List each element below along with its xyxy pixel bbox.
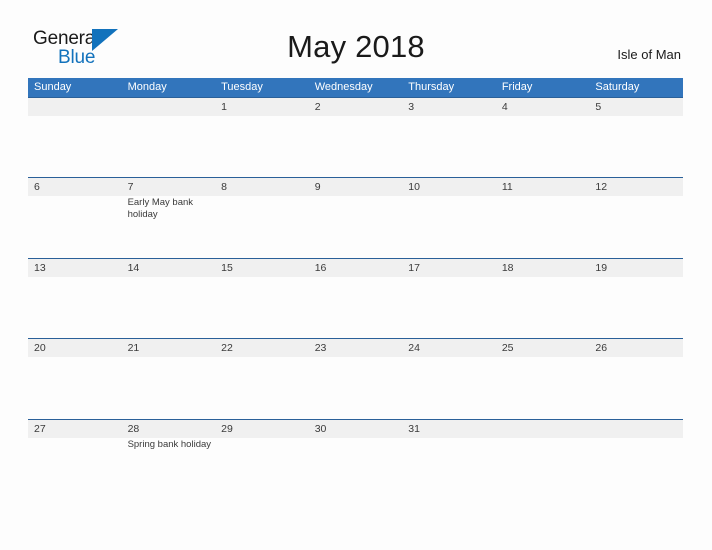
week-row: 1 2 3 4 5 (28, 97, 683, 178)
day-number (595, 420, 680, 438)
day-number: 10 (408, 181, 420, 194)
day-number: 28 (127, 422, 140, 435)
week-row: 27 28 Spring bank holiday 29 30 31 (28, 418, 683, 499)
day-cell[interactable]: 21 (122, 339, 216, 418)
calendar-grid: Sunday Monday Tuesday Wednesday Thursday… (28, 78, 683, 499)
day-number: 21 (127, 342, 140, 355)
day-number (502, 420, 587, 438)
day-number: 15 (221, 261, 233, 274)
day-number: 4 (501, 101, 508, 113)
day-cell[interactable]: 16 (309, 259, 403, 338)
day-number: 23 (314, 342, 327, 355)
day-number: 27 (34, 422, 46, 435)
weekday-header-tuesday: Tuesday (221, 81, 263, 93)
day-number: 1 (221, 101, 227, 113)
weekday-header-sunday: Sunday (34, 81, 72, 93)
day-cell[interactable]: 7 Early May bank holiday (122, 178, 216, 257)
day-cell[interactable]: 10 (402, 178, 496, 257)
day-cell[interactable]: 19 (589, 259, 683, 338)
weekday-header-saturday: Saturday (595, 81, 640, 93)
day-cell[interactable]: 12 (589, 178, 683, 257)
day-number: 30 (314, 422, 327, 435)
week-row: 20 21 22 23 24 25 26 (28, 338, 683, 419)
weekday-header-thursday: Thursday (408, 81, 455, 93)
day-cell[interactable]: 11 (496, 178, 590, 257)
day-cell[interactable]: 6 (28, 178, 122, 257)
day-cell[interactable]: 24 (402, 339, 496, 418)
day-number: 20 (34, 342, 46, 355)
day-number: 31 (408, 422, 420, 435)
day-number: 6 (34, 181, 40, 194)
day-cell[interactable]: 17 (402, 259, 496, 338)
week-row: 13 14 15 16 17 18 19 (28, 257, 683, 339)
day-cell[interactable]: 28 Spring bank holiday (122, 420, 216, 499)
day-cell[interactable]: 8 (215, 178, 309, 257)
page-title: May 2018 (287, 29, 425, 64)
day-cell[interactable]: 30 (309, 420, 403, 499)
day-number: 5 (595, 101, 602, 113)
day-number: 29 (221, 422, 233, 435)
day-number: 14 (127, 261, 140, 274)
day-number: 11 (501, 181, 513, 194)
day-number: 19 (595, 261, 608, 274)
weekday-header-monday: Monday (127, 81, 167, 93)
day-cell[interactable]: 5 (589, 98, 683, 177)
day-cell[interactable]: 9 (309, 178, 403, 257)
day-cell[interactable]: 26 (589, 339, 683, 418)
region-label: Isle of Man (617, 47, 681, 62)
day-number: 13 (34, 261, 46, 274)
day-number (128, 98, 213, 116)
day-cell[interactable]: 22 (215, 339, 309, 418)
day-number: 25 (501, 342, 514, 355)
day-cell[interactable]: 13 (28, 259, 122, 338)
weekday-header-friday: Friday (501, 81, 533, 93)
day-cell[interactable]: 25 (496, 339, 590, 418)
day-cell[interactable] (122, 98, 216, 177)
day-cell[interactable]: 31 (402, 420, 496, 499)
day-cell[interactable]: 1 (215, 98, 309, 177)
day-cell[interactable]: 2 (309, 98, 403, 177)
page-header: General Blue May 2018 Isle of Man (0, 0, 712, 76)
day-number: 17 (408, 261, 420, 274)
day-number: 22 (221, 342, 233, 355)
weekday-header-row: Sunday Monday Tuesday Wednesday Thursday… (28, 78, 683, 97)
day-cell[interactable]: 20 (28, 339, 122, 418)
day-cell[interactable]: 29 (215, 420, 309, 499)
day-cell[interactable] (589, 420, 683, 499)
calendar-page: General Blue May 2018 Isle of Man Sunday… (0, 0, 712, 550)
day-number: 16 (314, 261, 327, 274)
day-cell[interactable]: 15 (215, 259, 309, 338)
week-row: 6 7 Early May bank holiday 8 9 10 11 12 (28, 177, 683, 258)
weekday-header-wednesday: Wednesday (314, 81, 373, 93)
day-cell[interactable] (496, 420, 590, 499)
day-number (34, 98, 119, 116)
day-cell[interactable]: 4 (496, 98, 590, 177)
day-cell[interactable] (28, 98, 122, 177)
day-event: Early May bank holiday (127, 197, 194, 220)
day-number: 3 (408, 101, 415, 113)
day-number: 9 (314, 181, 321, 194)
day-event: Spring bank holiday (127, 438, 212, 450)
day-cell[interactable]: 23 (309, 339, 403, 418)
day-number: 7 (127, 181, 134, 194)
day-cell[interactable]: 27 (28, 420, 122, 499)
day-number: 8 (221, 181, 227, 194)
day-number: 24 (408, 342, 420, 355)
day-number: 2 (314, 101, 321, 113)
day-number: 18 (501, 261, 514, 274)
day-number: 12 (595, 181, 608, 194)
day-cell[interactable]: 3 (402, 98, 496, 177)
day-number: 26 (595, 342, 608, 355)
day-cell[interactable]: 14 (122, 259, 216, 338)
day-cell[interactable]: 18 (496, 259, 590, 338)
